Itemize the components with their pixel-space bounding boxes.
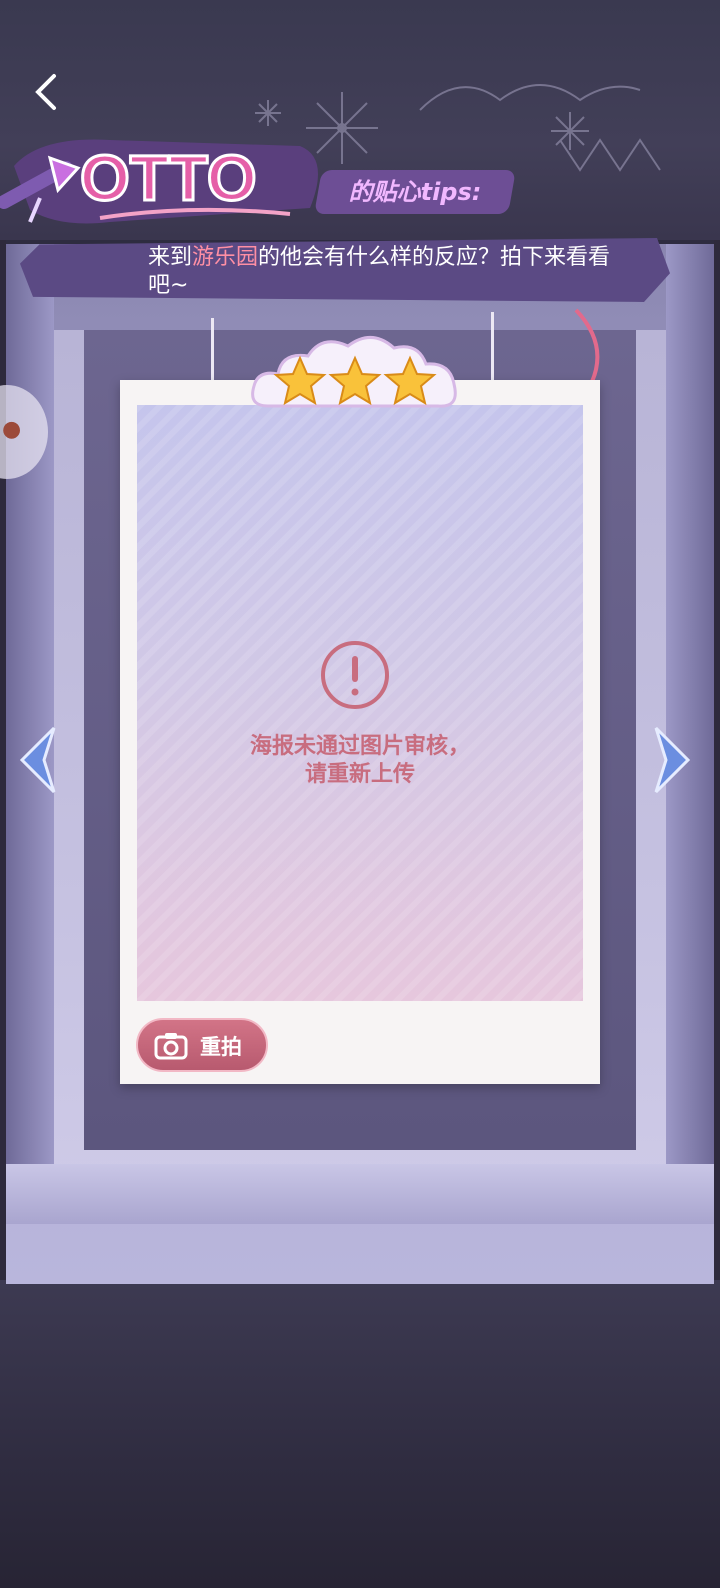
hanging-string: [211, 318, 214, 380]
tips-label: 的贴心tips:: [314, 170, 516, 214]
previous-arrow-button[interactable]: [18, 724, 58, 796]
camera-retake-icon: [154, 1033, 188, 1060]
star-rating: [251, 336, 457, 408]
chevron-left-icon: [19, 726, 56, 794]
tip-highlight: 游乐园: [192, 245, 259, 270]
chevron-right-icon: [654, 726, 691, 794]
tip-text: 来到游乐园的他会有什么样的反应？拍下来看看吧~: [148, 245, 611, 298]
retake-button[interactable]: 重拍: [136, 1018, 268, 1072]
hanging-string: [491, 312, 494, 380]
bottom-background: [0, 1280, 720, 1588]
photo-card: 海报未通过图片审核， 请重新上传 重拍: [120, 380, 600, 1084]
retake-label: 重拍: [200, 1034, 242, 1059]
box-floor: [6, 1164, 714, 1224]
back-chevron-icon: [35, 74, 56, 110]
cake-icon: ●: [2, 417, 22, 442]
photo-frame: 海报未通过图片审核， 请重新上传: [137, 405, 583, 1001]
next-arrow-button[interactable]: [652, 724, 692, 796]
back-button[interactable]: [28, 70, 68, 114]
svg-text:OTTO: OTTO: [80, 142, 257, 214]
upload-error-message: 海报未通过图片审核， 请重新上传: [249, 734, 470, 787]
exclamation-circle-icon: [321, 641, 389, 709]
